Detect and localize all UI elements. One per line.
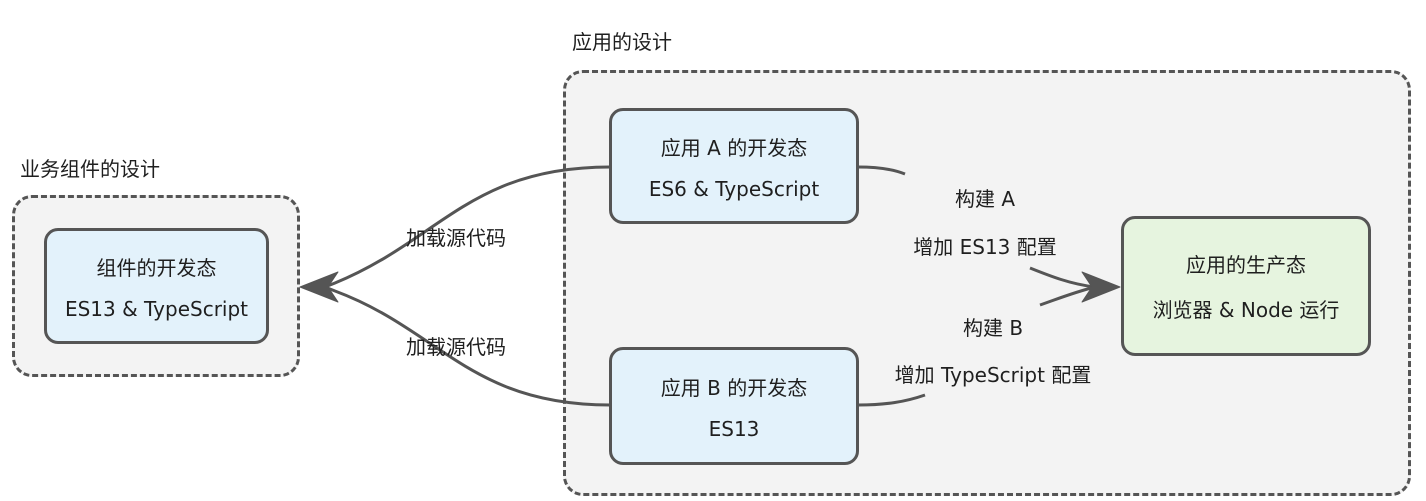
build-b-note: 增加 TypeScript 配置	[894, 363, 1092, 387]
load-source-label-a: 加载源代码	[406, 226, 506, 250]
app-production-title: 应用的生产态	[1186, 253, 1306, 277]
component-dev-title: 组件的开发态	[96, 255, 217, 280]
load-source-label-b: 加载源代码	[406, 335, 506, 359]
app-production-node: 应用的生产态 浏览器 & Node 运行	[1121, 216, 1371, 356]
component-dev-node: 组件的开发态 ES13 & TypeScript	[44, 228, 269, 344]
app-b-dev-subtitle: ES13	[708, 416, 760, 441]
load-arrowhead	[299, 271, 339, 303]
build-a-note: 增加 ES13 配置	[913, 235, 1057, 259]
app-a-dev-node: 应用 A 的开发态 ES6 & TypeScript	[609, 108, 859, 224]
app-a-dev-title: 应用 A 的开发态	[660, 135, 808, 160]
app-b-dev-node: 应用 B 的开发态 ES13	[609, 347, 859, 465]
component-dev-subtitle: ES13 & TypeScript	[64, 296, 249, 321]
app-production-subtitle: 浏览器 & Node 运行	[1152, 298, 1340, 322]
app-a-dev-subtitle: ES6 & TypeScript	[648, 176, 820, 201]
build-edge-b	[857, 393, 926, 407]
build-a-label: 构建 A	[954, 187, 1016, 211]
build-edge-a	[857, 165, 906, 176]
build-b-label: 构建 B	[962, 316, 1024, 340]
app-b-dev-title: 应用 B 的开发态	[660, 375, 808, 400]
